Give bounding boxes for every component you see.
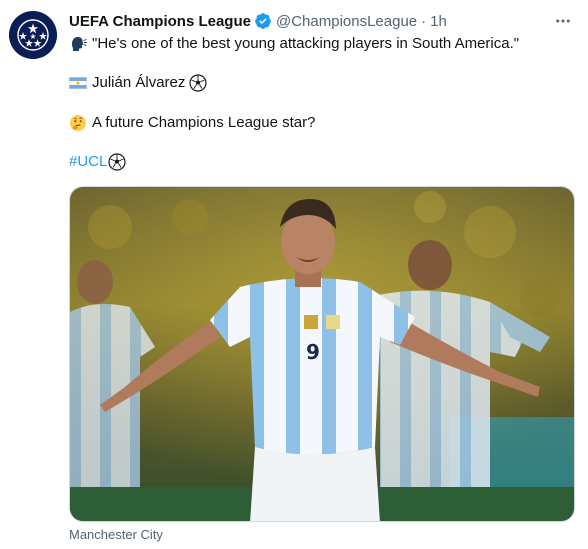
tweet-text-line-question: A future Champions League star? <box>69 113 315 133</box>
hashtag-link[interactable]: #UCL <box>69 152 107 172</box>
starball-logo-icon <box>9 11 57 59</box>
svg-text:9: 9 <box>306 340 320 364</box>
player-name: Julián Álvarez <box>92 74 186 91</box>
account-handle[interactable]: @ChampionsLeague <box>276 13 417 30</box>
soccer-ball-icon <box>108 153 126 171</box>
player-celebration-photo-icon: 9 <box>70 187 574 521</box>
more-options-button[interactable] <box>552 10 574 32</box>
display-name[interactable]: UEFA Champions League <box>69 13 251 30</box>
more-dots-icon <box>556 19 570 23</box>
timestamp[interactable]: 1h <box>430 13 447 30</box>
tweet-header: UEFA Champions League @ChampionsLeague ·… <box>69 10 447 32</box>
tweet-text-line-quote: "He's one of the best young attacking pl… <box>69 34 519 54</box>
media-source-label[interactable]: Manchester City <box>69 527 163 542</box>
soccer-ball-icon <box>189 74 207 92</box>
speaking-head-icon <box>69 35 87 53</box>
tweet-question-text: A future Champions League star? <box>92 114 316 131</box>
tweet-quote-text: "He's one of the best young attacking pl… <box>92 35 520 52</box>
tweet-media-photo[interactable]: 9 <box>69 186 575 522</box>
account-avatar[interactable] <box>9 11 57 59</box>
tweet-hashtag-line: #UCL <box>69 152 126 172</box>
header-separator: · <box>421 12 427 30</box>
tweet-text-line-player: Julián Álvarez <box>69 73 207 93</box>
argentina-flag-icon <box>69 74 87 92</box>
verified-badge-icon <box>254 12 272 30</box>
thinking-face-icon <box>69 114 87 132</box>
tweet-card[interactable]: UEFA Champions League @ChampionsLeague ·… <box>0 0 588 549</box>
